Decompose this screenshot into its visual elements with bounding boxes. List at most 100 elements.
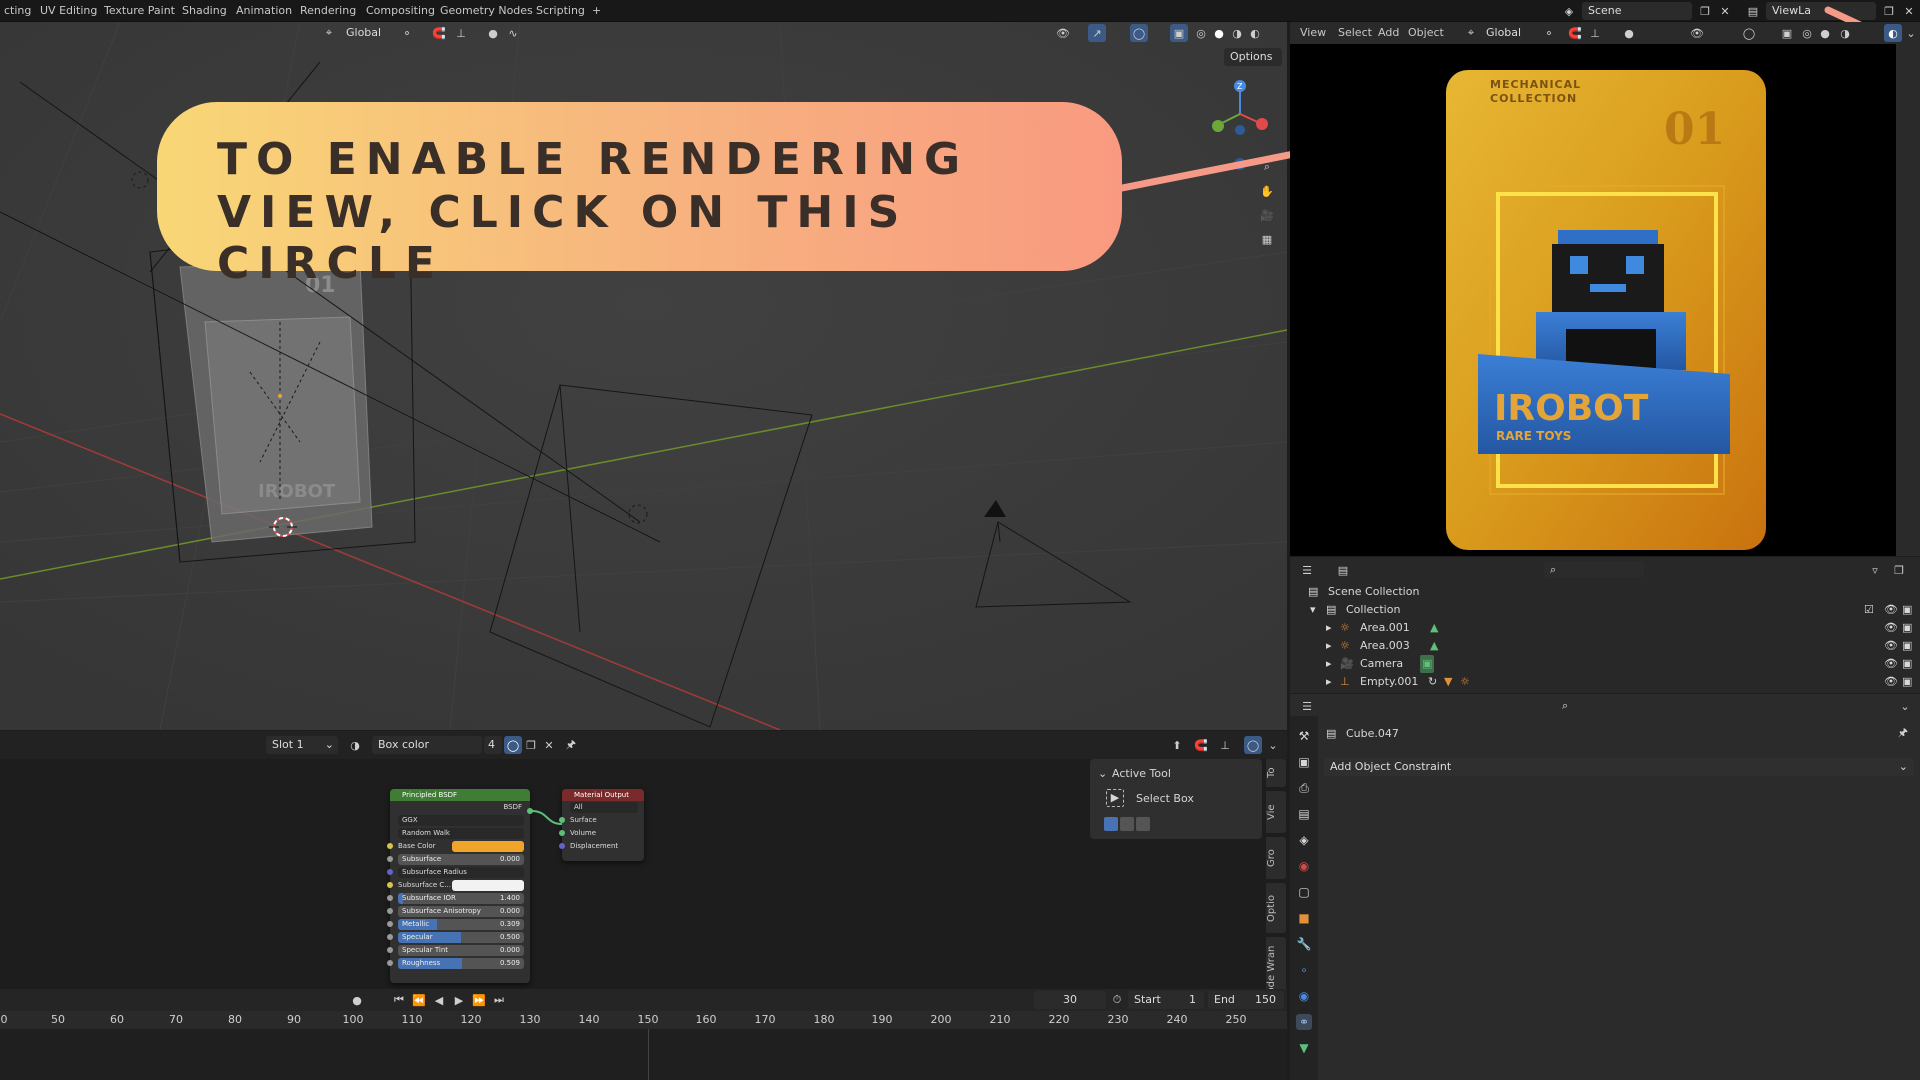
material-name-field[interactable]: Box color bbox=[372, 736, 482, 754]
pin-icon[interactable]: 🖈 bbox=[562, 736, 580, 754]
tab-rendering[interactable]: Rendering bbox=[296, 0, 360, 22]
end-frame-field[interactable]: End 150 bbox=[1208, 991, 1284, 1009]
proportional-icon[interactable]: ● bbox=[484, 24, 502, 42]
xray-icon[interactable]: ▣ bbox=[1170, 24, 1188, 42]
exclude-checkbox[interactable]: ☑ bbox=[1864, 601, 1874, 619]
view-layer-icon[interactable]: ▤ bbox=[1744, 2, 1762, 20]
options-dropdown[interactable]: Options bbox=[1224, 48, 1282, 66]
collection-row[interactable]: ▾ ▤ Collection ☑ 👁 ▣ bbox=[1290, 601, 1920, 619]
displacement-socket[interactable] bbox=[559, 843, 565, 849]
outliner-item-area-001[interactable]: ▸ ☼ Area.001 ▲ 👁 ▣ bbox=[1290, 619, 1920, 637]
play-reverse-icon[interactable]: ◀ bbox=[430, 991, 448, 1009]
snap-element-icon[interactable]: ⊥ bbox=[1216, 736, 1234, 754]
shader-node-editor[interactable]: Principled BSDF BSDF GGX Random Walk Bas… bbox=[0, 731, 1287, 1009]
expand-arrow-icon[interactable]: ▸ bbox=[1326, 673, 1332, 691]
collapse-arrow-icon[interactable]: ▾ bbox=[1310, 601, 1316, 619]
camera-render-icon[interactable]: ▣ bbox=[1902, 619, 1912, 637]
subsurface-color-socket[interactable] bbox=[387, 882, 393, 888]
menu-object[interactable]: Object bbox=[1404, 22, 1448, 44]
stopwatch-icon[interactable]: ⏱ bbox=[1108, 991, 1126, 1009]
menu-view[interactable]: View bbox=[1296, 22, 1330, 44]
eye-icon[interactable]: 👁 bbox=[1884, 673, 1898, 691]
render-orientation-dropdown[interactable]: Global bbox=[1480, 24, 1536, 42]
base-color-socket[interactable] bbox=[387, 843, 393, 849]
expand-arrow-icon[interactable]: ▸ bbox=[1326, 655, 1332, 673]
tab-options[interactable]: Optio bbox=[1266, 883, 1286, 933]
specular-slider[interactable]: Specular 0.500 bbox=[398, 932, 524, 943]
render-snap-target-icon[interactable]: ⊥ bbox=[1586, 24, 1604, 42]
scene-tab-icon[interactable]: ◈ bbox=[1296, 832, 1312, 848]
render-snap-icon[interactable]: 🧲 bbox=[1566, 24, 1584, 42]
mode-subtract-icon[interactable] bbox=[1136, 817, 1150, 831]
specular-row[interactable]: Specular 0.500 bbox=[387, 931, 530, 944]
base-color-row[interactable]: Base Color bbox=[387, 840, 530, 853]
object-tab-icon[interactable]: ■ bbox=[1296, 910, 1312, 926]
specular-socket[interactable] bbox=[387, 934, 393, 940]
tab-geometry-nodes[interactable]: Geometry Nodes bbox=[436, 0, 537, 22]
render-xray-icon[interactable]: ▣ bbox=[1778, 24, 1796, 42]
subsurface-ior-row[interactable]: Subsurface IOR 1.400 bbox=[387, 892, 530, 905]
outliner-editor-icon[interactable]: ☰ bbox=[1298, 561, 1316, 579]
render-visibility-icon[interactable]: 👁 bbox=[1688, 24, 1706, 42]
subsurface-color-row[interactable]: Subsurface C... bbox=[387, 879, 530, 892]
eye-icon[interactable]: 👁 bbox=[1884, 601, 1898, 619]
unlink-material-icon[interactable]: ✕ bbox=[540, 736, 558, 754]
next-keyframe-icon[interactable]: ⏩ bbox=[470, 991, 488, 1009]
outliner-search-input[interactable]: ⌕ bbox=[1544, 561, 1644, 577]
tab-group[interactable]: Gro bbox=[1266, 837, 1286, 879]
surface-socket[interactable] bbox=[559, 817, 565, 823]
render-overlays-icon[interactable]: ◯ bbox=[1740, 24, 1758, 42]
eye-icon[interactable]: 👁 bbox=[1884, 655, 1898, 673]
tab-scripting[interactable]: Scripting bbox=[532, 0, 589, 22]
mode-extend-icon[interactable] bbox=[1120, 817, 1134, 831]
output-target-dropdown[interactable]: All bbox=[562, 801, 644, 814]
add-object-constraint-button[interactable]: Add Object Constraint ⌄ bbox=[1324, 758, 1914, 776]
material-users-count[interactable]: 4 bbox=[484, 736, 502, 754]
parent-node-icon[interactable]: ⬆ bbox=[1168, 736, 1186, 754]
prev-keyframe-icon[interactable]: ⏪ bbox=[410, 991, 428, 1009]
auto-keying-icon[interactable]: ● bbox=[348, 991, 366, 1009]
subsurface-ior-socket[interactable] bbox=[387, 895, 393, 901]
rendered-viewport[interactable]: MECHANICAL COLLECTION 01 IROBOT RARE TOY… bbox=[1290, 44, 1896, 556]
rendered-mode-circle-icon[interactable]: ◐ bbox=[1884, 24, 1902, 42]
snap-node-icon[interactable]: 🧲 bbox=[1192, 736, 1210, 754]
filter-icon[interactable]: ▿ bbox=[1866, 561, 1884, 579]
render-wireframe-icon[interactable]: ◎ bbox=[1798, 24, 1816, 42]
zoom-icon[interactable]: ⌕ bbox=[1258, 158, 1276, 176]
current-frame-field[interactable]: 30 bbox=[1034, 991, 1106, 1009]
snap-target-icon[interactable]: ⊥ bbox=[452, 24, 470, 42]
camera-render-icon[interactable]: ▣ bbox=[1902, 673, 1912, 691]
displacement-input-row[interactable]: Displacement bbox=[559, 840, 644, 853]
volume-input-row[interactable]: Volume bbox=[559, 827, 644, 840]
output-tab-icon[interactable]: ⎙ bbox=[1296, 780, 1312, 796]
pin-icon[interactable]: 🖈 bbox=[1894, 724, 1912, 742]
pivot-icon[interactable]: ⚬ bbox=[398, 24, 416, 42]
remove-scene-icon[interactable]: ✕ bbox=[1716, 2, 1734, 20]
specular-tint-row[interactable]: Specular Tint 0.000 bbox=[387, 944, 530, 957]
outliner-item-camera[interactable]: ▸ 🎥 Camera ▣ 👁 ▣ bbox=[1290, 655, 1920, 673]
orientation-icon[interactable]: ⌖ bbox=[320, 24, 338, 42]
outliner-item-empty-001[interactable]: ▸ ⊥ Empty.001 ↻ ▼ ☼ 👁 ▣ bbox=[1290, 673, 1920, 691]
subsurface-ior-slider[interactable]: Subsurface IOR 1.400 bbox=[398, 893, 524, 904]
collapse-arrow-icon[interactable]: ⌄ bbox=[1098, 767, 1107, 780]
select-box-icon[interactable]: ▶ bbox=[1106, 789, 1124, 807]
gizmo-icon[interactable]: ↗ bbox=[1088, 24, 1106, 42]
base-color-swatch[interactable] bbox=[452, 841, 524, 852]
world-tab-icon[interactable]: ◉ bbox=[1296, 858, 1312, 874]
specular-tint-socket[interactable] bbox=[387, 947, 393, 953]
tool-tab-icon[interactable]: ⚒ bbox=[1296, 728, 1312, 744]
render-pivot-icon[interactable]: ⚬ bbox=[1540, 24, 1558, 42]
specular-tint-slider[interactable]: Specular Tint 0.000 bbox=[398, 945, 524, 956]
node-overlays-icon[interactable]: ◯ bbox=[1244, 736, 1262, 754]
metallic-socket[interactable] bbox=[387, 921, 393, 927]
subsurface-socket[interactable] bbox=[387, 856, 393, 862]
modifier-tab-icon[interactable]: 🔧 bbox=[1296, 936, 1312, 952]
subsurface-color-swatch[interactable] bbox=[452, 880, 524, 891]
camera-render-icon[interactable]: ▣ bbox=[1902, 655, 1912, 673]
overlays-icon[interactable]: ◯ bbox=[1130, 24, 1148, 42]
properties-options-icon[interactable]: ⌄ bbox=[1896, 697, 1914, 715]
subsurface-aniso-socket[interactable] bbox=[387, 908, 393, 914]
start-frame-field[interactable]: Start 1 bbox=[1128, 991, 1204, 1009]
jump-start-icon[interactable]: ⏮ bbox=[390, 991, 408, 1009]
subsurface-slider[interactable]: Subsurface 0.000 bbox=[398, 854, 524, 865]
